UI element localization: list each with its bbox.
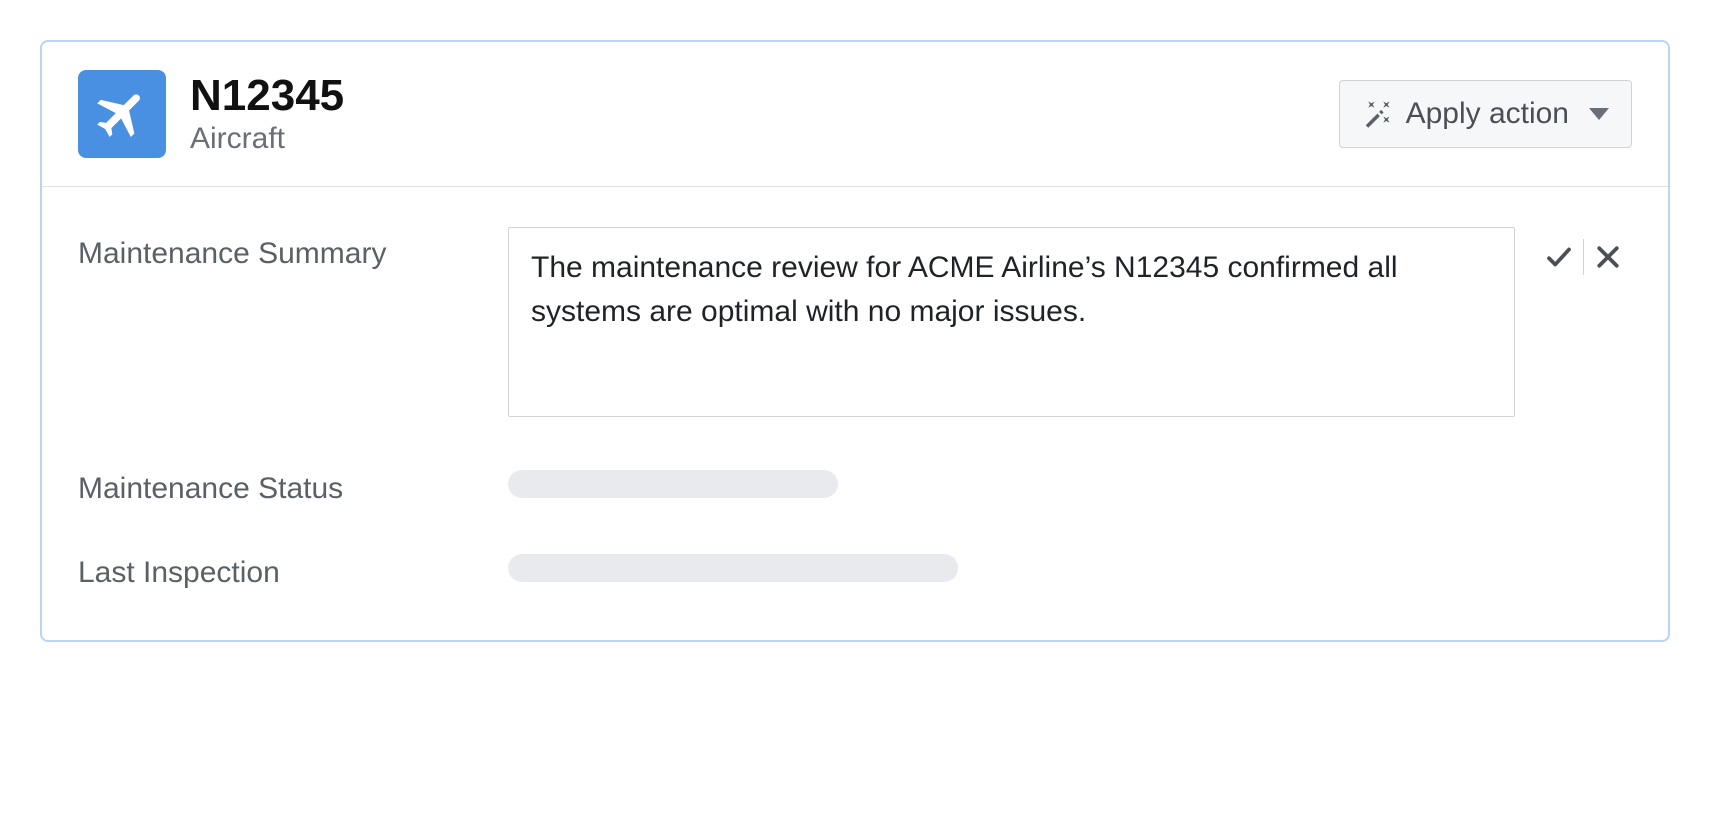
last-inspection-label: Last Inspection xyxy=(78,546,508,590)
card-header: N12345 Aircraft Apply action xyxy=(42,42,1668,187)
aircraft-card: N12345 Aircraft Apply action Maintenance… xyxy=(40,40,1670,642)
maintenance-summary-input[interactable] xyxy=(508,227,1515,417)
chevron-down-icon xyxy=(1589,108,1609,120)
title-block: N12345 Aircraft xyxy=(190,72,344,156)
maintenance-summary-value xyxy=(508,227,1632,422)
airplane-icon xyxy=(78,70,166,158)
maintenance-status-label: Maintenance Status xyxy=(78,462,508,506)
confirm-button[interactable] xyxy=(1535,237,1583,277)
header-left: N12345 Aircraft xyxy=(78,70,344,158)
close-icon xyxy=(1593,242,1623,272)
card-body: Maintenance Summary Maintenance Status xyxy=(42,187,1668,640)
maintenance-status-skeleton xyxy=(508,470,838,498)
last-inspection-row: Last Inspection xyxy=(78,546,1632,590)
apply-action-label: Apply action xyxy=(1406,97,1569,131)
apply-action-button[interactable]: Apply action xyxy=(1339,80,1632,148)
maintenance-status-row: Maintenance Status xyxy=(78,462,1632,506)
cancel-button[interactable] xyxy=(1584,237,1632,277)
aircraft-subtitle: Aircraft xyxy=(190,122,344,156)
aircraft-title: N12345 xyxy=(190,72,344,120)
maintenance-summary-label: Maintenance Summary xyxy=(78,227,508,271)
magic-wand-icon xyxy=(1362,99,1392,129)
edit-actions xyxy=(1535,227,1632,277)
last-inspection-skeleton xyxy=(508,554,958,582)
maintenance-summary-row: Maintenance Summary xyxy=(78,227,1632,422)
check-icon xyxy=(1544,242,1574,272)
